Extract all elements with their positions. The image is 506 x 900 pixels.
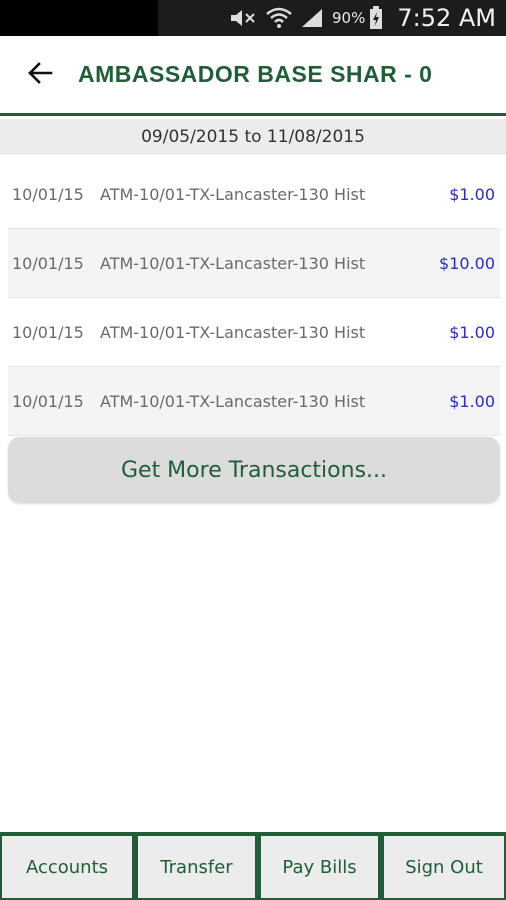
transaction-description: ATM-10/01-TX-Lancaster-130 Hist: [100, 391, 366, 411]
transaction-date: 10/01/15: [12, 322, 84, 342]
battery-percent: 90%: [332, 9, 366, 27]
date-range-label: 09/05/2015 to 11/08/2015: [0, 119, 506, 155]
transaction-row[interactable]: 10/01/15 ATM-10/01-TX-Lancaster-130 Hist…: [8, 160, 500, 229]
get-more-transactions-button[interactable]: Get More Transactions...: [8, 437, 500, 503]
back-button[interactable]: [14, 49, 66, 101]
clock: 7:52 AM: [397, 4, 496, 32]
arrow-left-icon: [27, 61, 53, 89]
transaction-row[interactable]: 10/01/15 ATM-10/01-TX-Lancaster-130 Hist…: [8, 367, 500, 436]
transaction-amount: $10.00: [439, 253, 495, 273]
transaction-amount: $1.00: [449, 184, 495, 204]
page-title: AMBASSADOR BASE SHAR - 0: [78, 61, 433, 87]
transaction-date: 10/01/15: [12, 391, 84, 411]
transaction-description: ATM-10/01-TX-Lancaster-130 Hist: [100, 253, 366, 273]
transaction-date: 10/01/15: [12, 184, 84, 204]
transaction-description: ATM-10/01-TX-Lancaster-130 Hist: [100, 184, 366, 204]
transaction-amount: $1.00: [449, 322, 495, 342]
nav-pay-bills-button[interactable]: Pay Bills: [259, 834, 380, 900]
transaction-row[interactable]: 10/01/15 ATM-10/01-TX-Lancaster-130 Hist…: [8, 229, 500, 298]
nav-transfer-button[interactable]: Transfer: [136, 834, 257, 900]
status-bar: 90% 7:52 AM: [0, 0, 506, 36]
battery-icon: [369, 6, 383, 29]
bottom-nav: Accounts Transfer Pay Bills Sign Out: [0, 832, 506, 900]
signal-icon: [300, 7, 324, 29]
nav-sign-out-button[interactable]: Sign Out: [382, 834, 506, 900]
transaction-date: 10/01/15: [12, 253, 84, 273]
status-bar-right: 90% 7:52 AM: [158, 0, 506, 36]
transaction-row[interactable]: 10/01/15 ATM-10/01-TX-Lancaster-130 Hist…: [8, 298, 500, 367]
mute-icon: [228, 7, 258, 29]
app-header: AMBASSADOR BASE SHAR - 0: [0, 36, 506, 116]
transaction-amount: $1.00: [449, 391, 495, 411]
nav-accounts-button[interactable]: Accounts: [0, 834, 134, 900]
transaction-list: 10/01/15 ATM-10/01-TX-Lancaster-130 Hist…: [8, 160, 500, 436]
transaction-description: ATM-10/01-TX-Lancaster-130 Hist: [100, 322, 366, 342]
wifi-icon: [266, 7, 292, 29]
